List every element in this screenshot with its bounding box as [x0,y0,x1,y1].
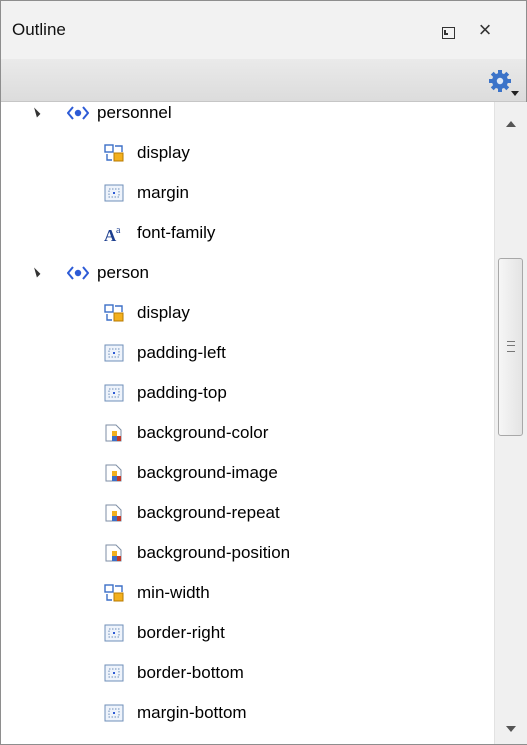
chevron-down-icon [511,91,519,96]
tree-item-property[interactable]: background-color [1,414,493,452]
box-property-icon [104,664,124,682]
box-property-icon [104,624,124,642]
property-label: background-position [137,543,291,562]
element-tag-icon [67,106,89,120]
panel-titlebar: Outline × [1,1,526,59]
expand-collapse-icon[interactable] [30,267,41,278]
tree-item-property[interactable]: display [1,134,493,172]
property-label: padding-top [137,383,227,402]
scroll-up-icon[interactable] [506,121,516,127]
tree-node-personnel[interactable]: personnel [1,102,493,132]
property-label: margin [137,183,189,202]
layout-property-icon [104,584,124,602]
close-icon[interactable]: × [475,18,495,42]
panel-toolbar [1,59,526,102]
property-label: border-bottom [137,663,244,682]
property-label: border-right [137,623,225,642]
box-property-icon [104,704,124,722]
tree-item-property[interactable]: margin-bottom [1,694,493,732]
tree-item-property[interactable]: background-image [1,454,493,492]
tree-item-property[interactable]: border-right [1,614,493,652]
property-label: padding-left [137,343,226,362]
property-label: background-repeat [137,503,280,522]
font-property-icon: Aa [104,225,121,242]
property-label: background-image [137,463,278,482]
tree-item-property[interactable]: border-bottom [1,654,493,692]
tree-node-person[interactable]: person [1,254,493,292]
layout-property-icon [104,144,124,162]
gear-icon[interactable] [487,67,521,99]
tree-item-property[interactable]: margin [1,174,493,212]
box-property-icon [104,344,124,362]
outline-tree: personnel display margin Aa font-family perso… [1,102,493,744]
background-property-icon [105,544,122,562]
scrollbar-grip-icon [507,341,515,352]
property-label: min-width [137,583,210,602]
layout-property-icon [104,304,124,322]
tree-node-label: person [97,263,149,282]
element-tag-icon [67,266,89,280]
maximize-icon[interactable] [442,27,455,39]
tree-item-property[interactable]: min-width [1,574,493,612]
property-label: display [137,303,190,322]
background-property-icon [105,424,122,442]
tree-item-property[interactable]: display [1,294,493,332]
outline-panel: Outline × personnel display margin Aa font-f… [0,0,527,745]
tree-item-property[interactable]: padding-left [1,334,493,372]
vertical-scrollbar[interactable] [494,102,527,744]
property-label: margin-bottom [137,703,247,722]
property-label: display [137,143,190,162]
tree-item-property[interactable]: background-repeat [1,494,493,532]
tree-node-label: personnel [97,103,172,122]
tree-item-property[interactable]: padding-top [1,374,493,412]
svg-text:a: a [116,225,121,236]
box-property-icon [104,184,124,202]
expand-collapse-icon[interactable] [30,107,41,118]
background-property-icon [105,464,122,482]
panel-title: Outline [12,20,66,39]
scroll-down-icon[interactable] [506,726,516,732]
tree-item-property[interactable]: Aa font-family [1,214,493,252]
tree-item-property[interactable]: background-position [1,534,493,572]
background-property-icon [105,504,122,522]
box-property-icon [104,384,124,402]
property-label: background-color [137,423,269,442]
property-label: font-family [137,223,216,242]
scrollbar-thumb[interactable] [498,258,523,436]
